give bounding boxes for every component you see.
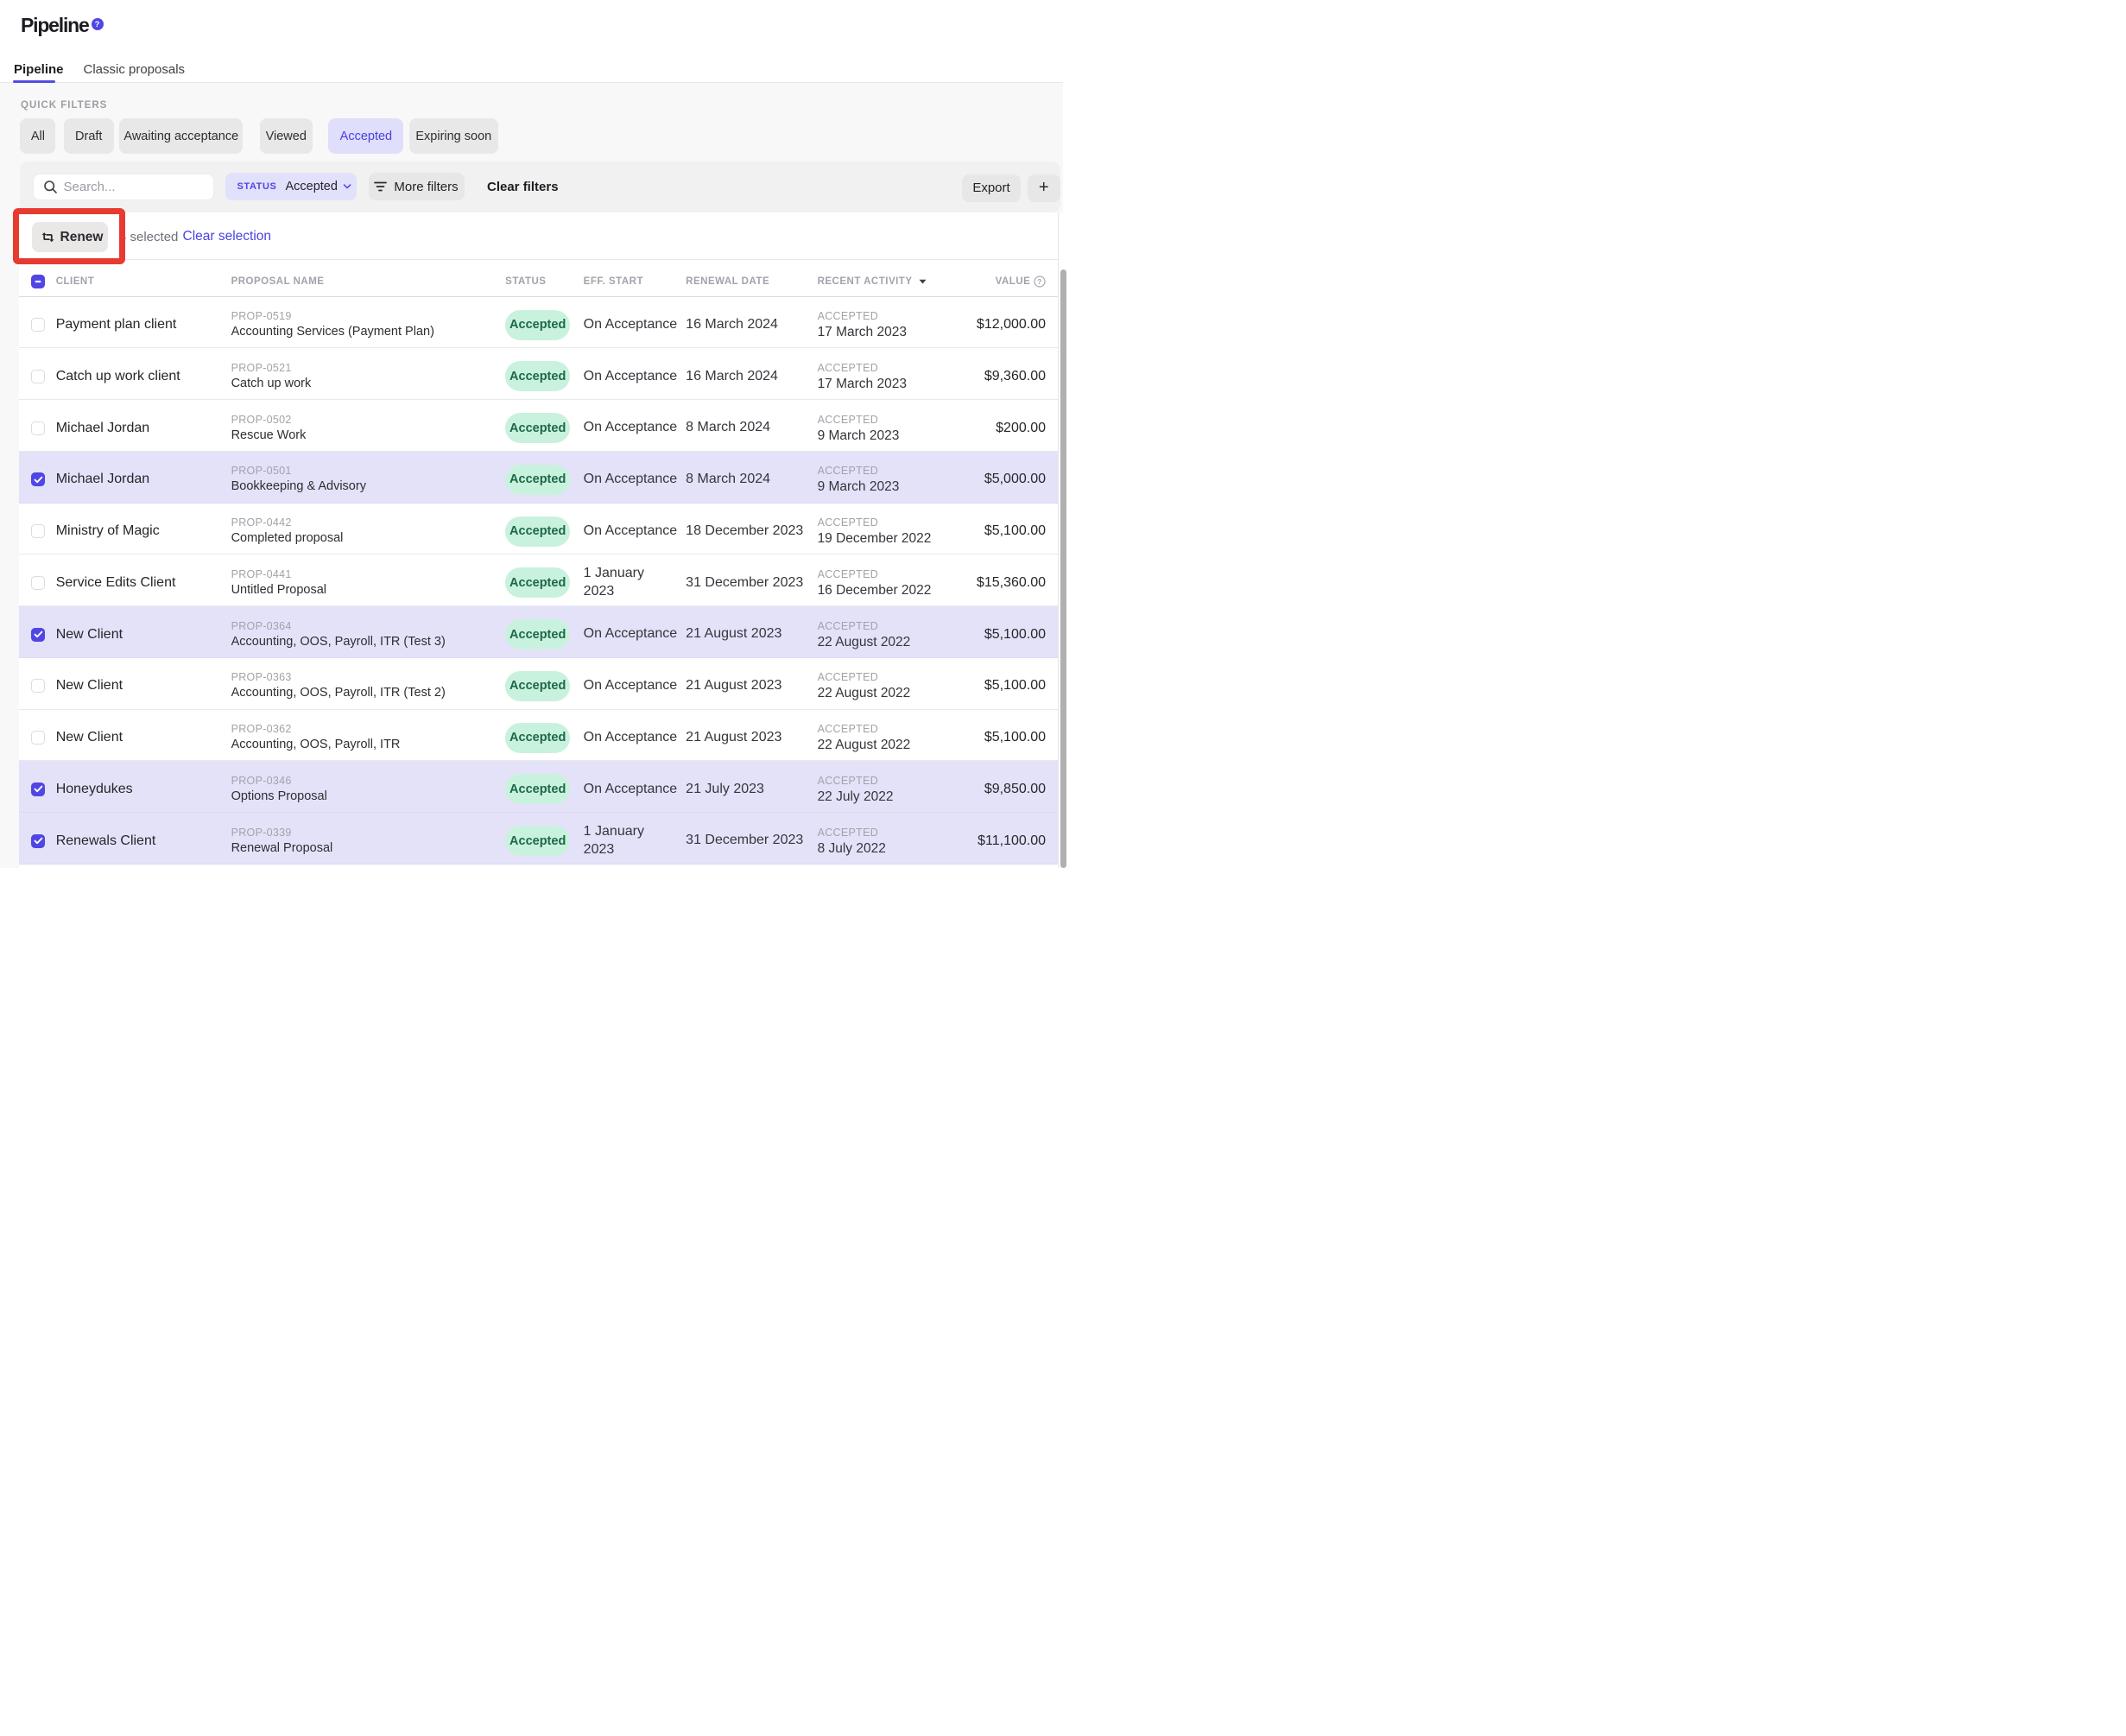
svg-text:?: ? <box>1037 277 1042 286</box>
